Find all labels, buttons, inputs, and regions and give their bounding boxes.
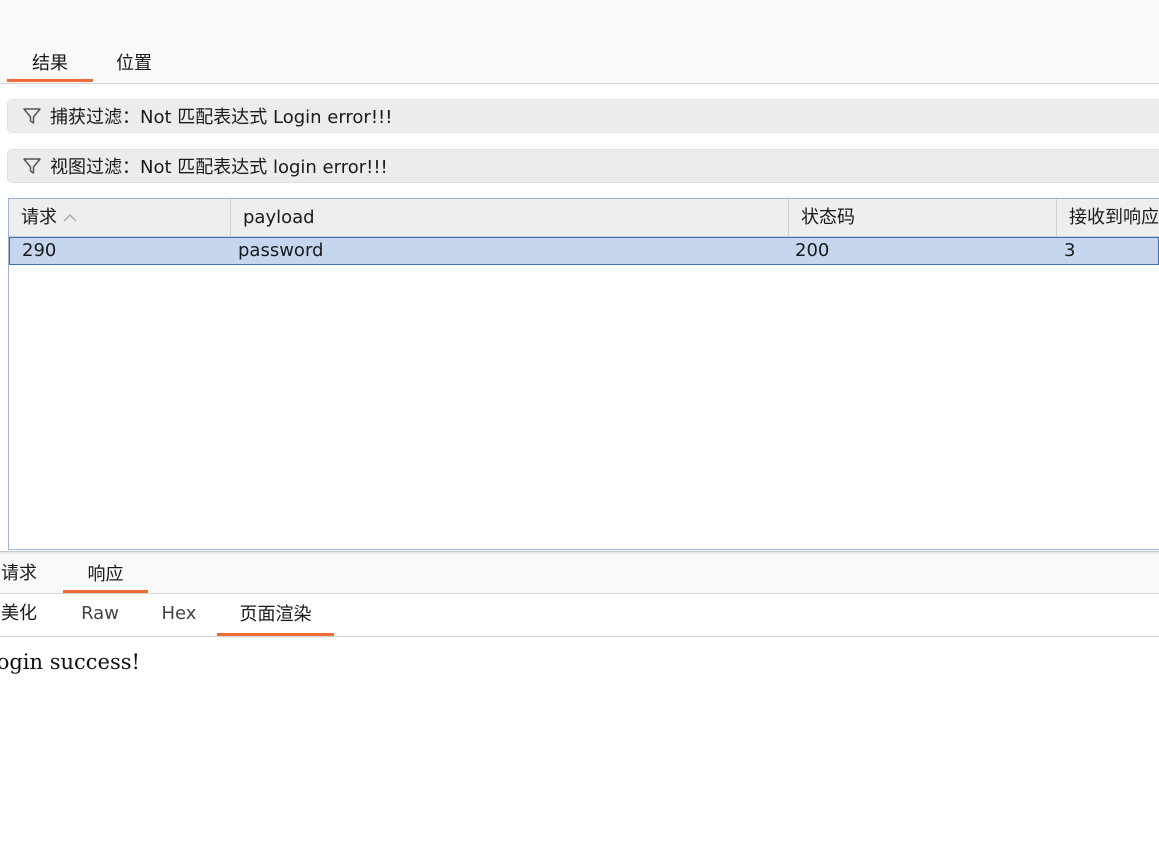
results-table: 请求 payload 状态码 接收到响应 290 password 200 3 (8, 198, 1159, 550)
tab-pretty[interactable]: 美化 (0, 594, 44, 636)
view-filter-text: 视图过滤：Not 匹配表达式 login error!!! (50, 157, 388, 178)
capture-filter-bar[interactable]: 捕获过滤：Not 匹配表达式 Login error!!! (7, 99, 1159, 133)
capture-filter-text: 捕获过滤：Not 匹配表达式 Login error!!! (50, 107, 393, 128)
cell-received: 3 (1064, 240, 1076, 261)
tab-results[interactable]: 结果 (7, 50, 93, 82)
column-header-label: 请求 (21, 207, 57, 228)
table-row[interactable]: 290 password 200 3 (9, 237, 1159, 265)
results-tab-header: 结果 位置 (0, 0, 1159, 84)
render-output: login success! (0, 650, 140, 674)
filter-icon (22, 156, 42, 176)
table-header: 请求 payload 状态码 接收到响应 (9, 199, 1159, 237)
sort-ascending-icon (63, 199, 77, 237)
filter-icon (22, 106, 42, 126)
cell-request: 290 (22, 240, 57, 261)
tab-positions[interactable]: 位置 (95, 50, 173, 82)
cell-payload: password (238, 240, 324, 261)
view-tabs: 美化 Raw Hex 页面渲染 (0, 594, 1159, 637)
column-header-payload[interactable]: payload (231, 199, 789, 237)
tab-hex[interactable]: Hex (150, 594, 208, 636)
column-header-received[interactable]: 接收到响应 (1057, 199, 1159, 237)
render-pane: login success! (0, 638, 1159, 862)
tab-request[interactable]: 请求 (0, 554, 44, 593)
view-filter-bar[interactable]: 视图过滤：Not 匹配表达式 login error!!! (7, 149, 1159, 183)
tab-raw[interactable]: Raw (70, 594, 130, 636)
column-header-status[interactable]: 状态码 (789, 199, 1057, 237)
tab-response[interactable]: 响应 (63, 554, 148, 593)
message-tabs: 请求 响应 (0, 554, 1159, 594)
column-header-request[interactable]: 请求 (9, 199, 231, 237)
tab-render[interactable]: 页面渲染 (217, 594, 334, 636)
cell-status: 200 (795, 240, 830, 261)
